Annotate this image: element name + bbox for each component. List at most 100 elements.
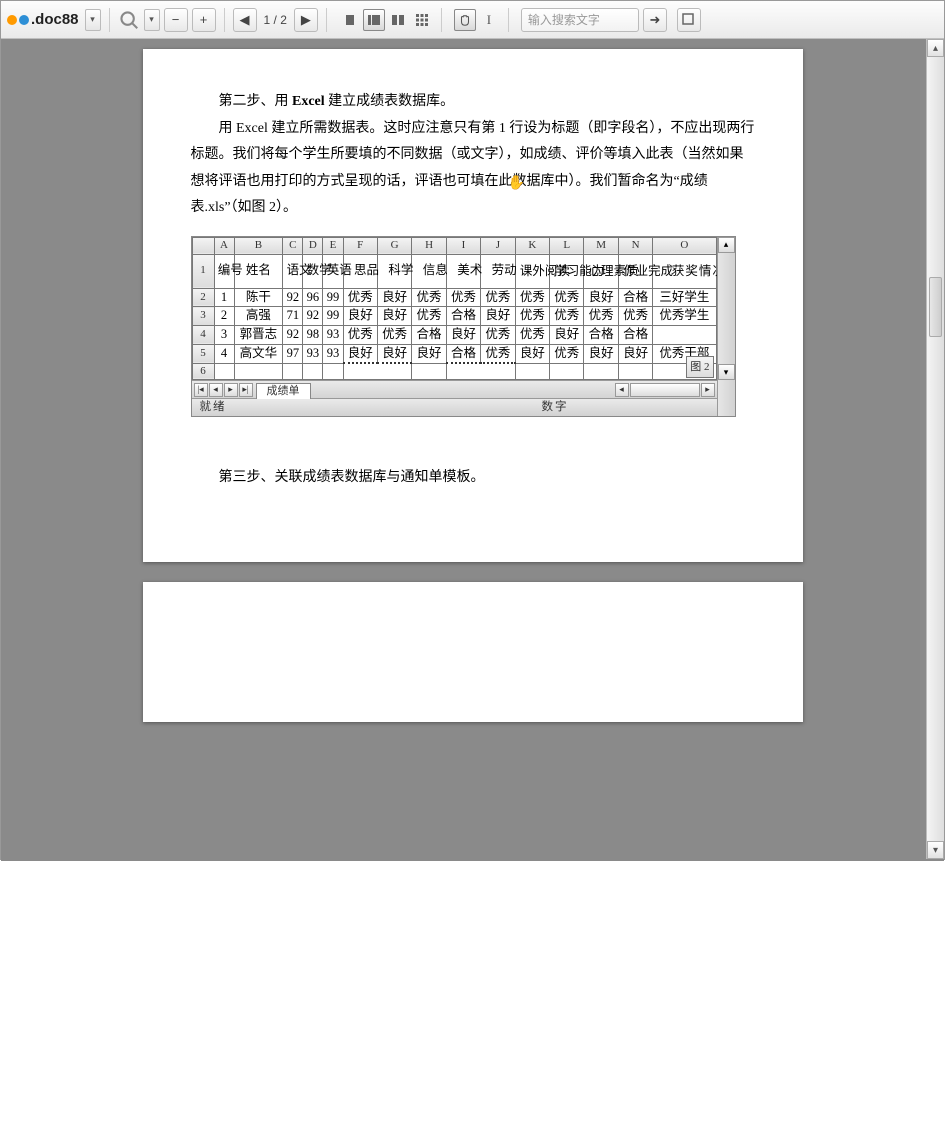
cell[interactable]: 合格 — [584, 325, 618, 344]
cell[interactable]: 93 — [323, 325, 343, 344]
hscroll-left-button[interactable]: ◂ — [615, 383, 629, 397]
sheet-last-button[interactable]: ▸| — [239, 383, 253, 397]
cell[interactable]: 1 — [214, 288, 234, 307]
cell[interactable]: 优秀 — [481, 325, 515, 344]
row-hdr-1[interactable]: 1 — [192, 254, 214, 288]
col-E[interactable]: E — [323, 237, 343, 254]
cell[interactable]: 郭晋志 — [234, 325, 283, 344]
cell[interactable]: 92 — [283, 288, 303, 307]
cell[interactable]: 良好 — [343, 344, 377, 363]
col-G[interactable]: G — [377, 237, 411, 254]
row-hdr-2[interactable]: 2 — [192, 288, 214, 307]
col-D[interactable]: D — [303, 237, 323, 254]
cell[interactable]: 98 — [303, 325, 323, 344]
hscroll-right-button[interactable]: ▸ — [701, 383, 715, 397]
cell[interactable]: 良好 — [481, 307, 515, 326]
cell[interactable]: 2 — [214, 307, 234, 326]
cell[interactable]: 92 — [283, 325, 303, 344]
cell[interactable]: 陈干 — [234, 288, 283, 307]
next-page-button[interactable]: ▶ — [294, 8, 318, 32]
cell[interactable]: 93 — [303, 344, 323, 363]
cell[interactable]: 优秀 — [412, 288, 446, 307]
brand-dropdown[interactable]: ▾ — [85, 9, 101, 31]
cell[interactable]: 良好 — [618, 344, 652, 363]
cell[interactable]: 99 — [323, 288, 343, 307]
text-select-tool-icon[interactable]: I — [478, 9, 500, 31]
cell[interactable]: 优秀 — [618, 307, 652, 326]
cell[interactable]: 合格 — [446, 307, 480, 326]
select-all-cell[interactable] — [192, 237, 214, 254]
view-single-icon[interactable] — [339, 9, 361, 31]
scroll-thumb[interactable] — [929, 277, 942, 337]
cell[interactable]: 优秀 — [343, 325, 377, 344]
scroll-up-button[interactable]: ▴ — [927, 39, 944, 57]
col-F[interactable]: F — [343, 237, 377, 254]
cell[interactable]: 良好 — [377, 307, 411, 326]
cell[interactable]: 优秀 — [550, 344, 584, 363]
search-icon[interactable] — [118, 9, 140, 31]
sheet-first-button[interactable]: |◂ — [194, 383, 208, 397]
col-O[interactable]: O — [653, 237, 716, 254]
cell[interactable]: 优秀 — [446, 288, 480, 307]
cell[interactable]: 优秀 — [481, 344, 515, 363]
cell[interactable]: 合格 — [446, 344, 480, 363]
cell[interactable]: 优秀 — [584, 307, 618, 326]
scroll-down-button[interactable]: ▾ — [927, 841, 944, 859]
cell[interactable]: 三好学生 — [653, 288, 716, 307]
col-A[interactable]: A — [214, 237, 234, 254]
row-hdr-3[interactable]: 3 — [192, 307, 214, 326]
col-C[interactable]: C — [283, 237, 303, 254]
cell[interactable]: 3 — [214, 325, 234, 344]
cell[interactable]: 99 — [323, 307, 343, 326]
cell[interactable]: 良好 — [377, 344, 411, 363]
col-H[interactable]: H — [412, 237, 446, 254]
cell[interactable]: 良好 — [343, 307, 377, 326]
cell[interactable]: 优秀 — [550, 307, 584, 326]
view-thumbnail-icon[interactable] — [411, 9, 433, 31]
cell[interactable]: 优秀 — [343, 288, 377, 307]
view-facing-icon[interactable] — [387, 9, 409, 31]
cell[interactable]: 良好 — [412, 344, 446, 363]
cell[interactable]: 良好 — [584, 288, 618, 307]
cell[interactable]: 优秀 — [515, 307, 549, 326]
row-hdr-6[interactable]: 6 — [192, 363, 214, 380]
cell[interactable]: 优秀学生 — [653, 307, 716, 326]
search-go-button[interactable]: ➜ — [643, 8, 667, 32]
sheet-next-button[interactable]: ▸ — [224, 383, 238, 397]
cell[interactable]: 合格 — [618, 288, 652, 307]
zoom-out-button[interactable]: − — [164, 8, 188, 32]
col-K[interactable]: K — [515, 237, 549, 254]
zoom-in-button[interactable]: + — [192, 8, 216, 32]
prev-page-button[interactable]: ◀ — [233, 8, 257, 32]
col-M[interactable]: M — [584, 237, 618, 254]
cell[interactable]: 合格 — [412, 325, 446, 344]
col-J[interactable]: J — [481, 237, 515, 254]
cell[interactable]: 71 — [283, 307, 303, 326]
cell[interactable]: 93 — [323, 344, 343, 363]
fullscreen-button[interactable] — [677, 8, 701, 32]
search-dropdown[interactable]: ▾ — [144, 9, 160, 31]
cell[interactable]: 高文华 — [234, 344, 283, 363]
cell[interactable]: 4 — [214, 344, 234, 363]
scroll-track[interactable] — [927, 57, 944, 841]
row-hdr-5[interactable]: 5 — [192, 344, 214, 363]
col-N[interactable]: N — [618, 237, 652, 254]
cell[interactable]: 良好 — [446, 325, 480, 344]
cell[interactable]: 良好 — [515, 344, 549, 363]
col-I[interactable]: I — [446, 237, 480, 254]
view-continuous-icon[interactable] — [363, 9, 385, 31]
cell[interactable]: 优秀 — [515, 325, 549, 344]
cell[interactable]: 92 — [303, 307, 323, 326]
cell[interactable]: 优秀 — [550, 288, 584, 307]
cell[interactable]: 96 — [303, 288, 323, 307]
cell[interactable]: 97 — [283, 344, 303, 363]
cell[interactable]: 合格 — [618, 325, 652, 344]
vscroll-up-button[interactable]: ▴ — [718, 237, 735, 253]
search-input[interactable]: 输入搜索文字 — [521, 8, 639, 32]
col-L[interactable]: L — [550, 237, 584, 254]
cell[interactable]: 良好 — [584, 344, 618, 363]
col-B[interactable]: B — [234, 237, 283, 254]
hscroll-track[interactable] — [630, 383, 700, 397]
hand-tool-icon[interactable] — [454, 9, 476, 31]
cell[interactable] — [653, 325, 716, 344]
